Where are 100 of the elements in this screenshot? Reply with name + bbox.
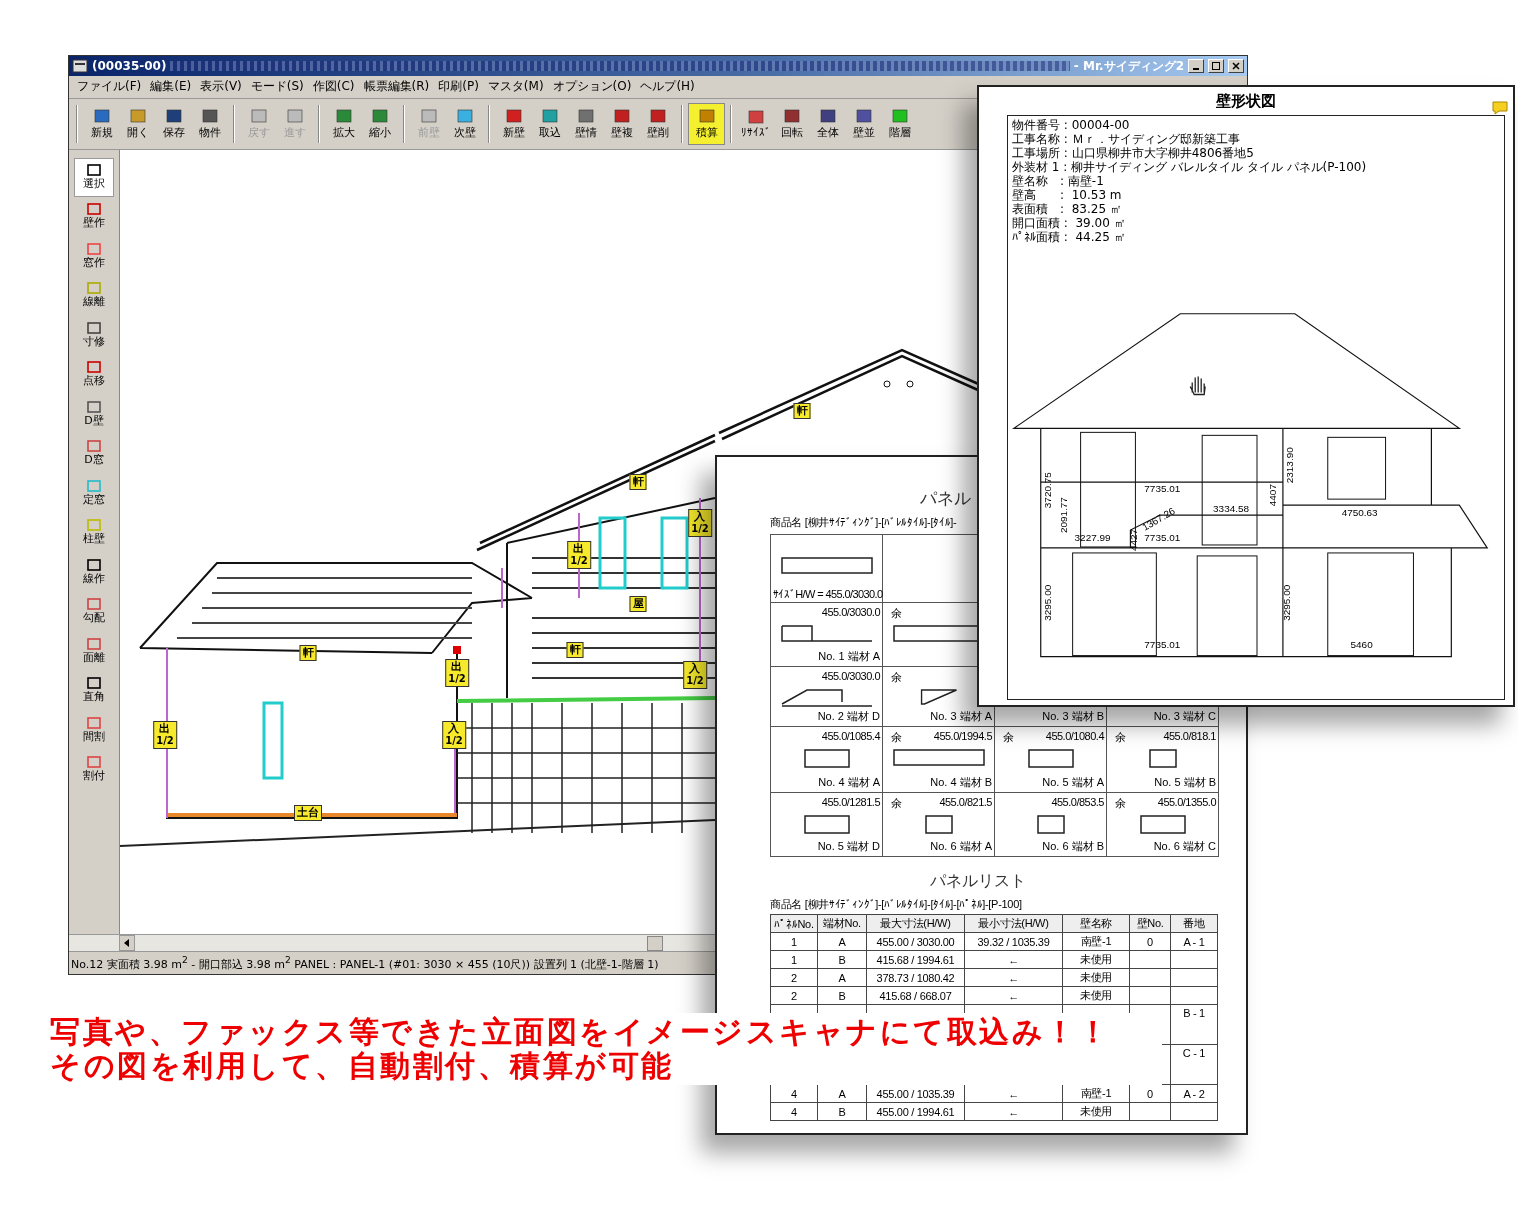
- tool-button[interactable]: 定窓: [74, 474, 114, 513]
- tool-button[interactable]: 点移: [74, 355, 114, 394]
- column-header: 壁名称: [1062, 914, 1130, 933]
- toolbar-button[interactable]: 積算: [689, 104, 724, 144]
- close-button[interactable]: [1228, 59, 1244, 73]
- toolbar-button[interactable]: 拡大: [326, 104, 361, 144]
- panel-outline-drawing: [920, 689, 957, 705]
- table-cell: [1129, 986, 1171, 1005]
- canvas-tag[interactable]: 入 1/2: [688, 509, 712, 537]
- tool-button[interactable]: 窓作: [74, 237, 114, 276]
- panel-cell: 455.0/1281.5 No. 5 端材 D: [771, 793, 883, 857]
- square-icon: [85, 756, 103, 769]
- toolbar-button[interactable]: 開く: [120, 104, 155, 144]
- tool-button[interactable]: 間割: [74, 711, 114, 750]
- table-cell: B: [817, 950, 867, 969]
- toolbar-button[interactable]: 取込: [532, 104, 567, 144]
- toolbar-button[interactable]: 物件: [192, 104, 227, 144]
- square-icon: [85, 242, 103, 255]
- scroll-thumb[interactable]: [647, 936, 663, 951]
- tool-button[interactable]: D壁: [74, 395, 114, 434]
- square-icon: [576, 108, 595, 123]
- square-icon: [85, 440, 103, 453]
- panel-cell: 455.0/853.5 No. 6 端材 B: [995, 793, 1107, 857]
- dimension-label: 4407: [1266, 483, 1278, 506]
- info-line: 壁高 : 10.53 m: [1012, 188, 1122, 202]
- tool-button[interactable]: 寸修: [74, 316, 114, 355]
- canvas-tag[interactable]: 入 1/2: [442, 721, 466, 749]
- panel-outline-drawing: [1027, 749, 1074, 768]
- menu-item[interactable]: 表示(V): [200, 78, 242, 96]
- toolbar-button[interactable]: 縮小: [362, 104, 397, 144]
- tool-button[interactable]: 面離: [74, 632, 114, 671]
- canvas-tag[interactable]: 屋: [629, 596, 647, 612]
- table-cell: 未使用: [1062, 1102, 1130, 1121]
- info-line: 物件番号 : 00004-00: [1012, 118, 1130, 132]
- tool-button[interactable]: 勾配: [74, 592, 114, 631]
- toolbar-button[interactable]: 回転: [774, 104, 809, 144]
- canvas-tag[interactable]: 入 1/2: [683, 661, 707, 689]
- tool-button[interactable]: 選択: [74, 158, 114, 197]
- toolbar-button[interactable]: 壁削: [640, 104, 675, 144]
- menu-item[interactable]: ファイル(F): [77, 78, 142, 96]
- table-cell: [1170, 986, 1218, 1005]
- square-icon: [648, 108, 667, 123]
- tool-button[interactable]: 直角: [74, 671, 114, 710]
- menu-item[interactable]: 帳票編集(R): [363, 78, 430, 96]
- table-cell: A - 2: [1170, 1084, 1218, 1103]
- sheet-title: 壁形状図: [1216, 92, 1276, 111]
- product-name: 商品名 [柳井ｻｲﾃﾞｨﾝｸﾞ]-[ﾊﾞﾚﾙﾀｲﾙ]-[ﾀｲﾙ]-: [770, 515, 957, 530]
- menu-item[interactable]: 作図(C): [312, 78, 355, 96]
- comment-icon[interactable]: [1492, 101, 1508, 115]
- table-cell: [1170, 1102, 1218, 1121]
- toolbar-button[interactable]: 次壁: [447, 104, 482, 144]
- square-icon: [164, 108, 183, 123]
- table-cell: 415.68 / 668.07: [866, 986, 965, 1005]
- menu-item[interactable]: マスタ(M): [487, 78, 544, 96]
- menu-item[interactable]: オプション(O): [552, 78, 632, 96]
- panel-cell: 455.0/1085.4 No. 4 端材 A: [771, 727, 883, 793]
- menu-item[interactable]: 印刷(P): [438, 78, 479, 96]
- panel-cell: 余 455.0/821.5 No. 6 端材 A: [883, 793, 995, 857]
- tool-button[interactable]: 割付: [74, 750, 114, 789]
- tool-button[interactable]: 柱壁: [74, 513, 114, 552]
- minimize-button[interactable]: [1188, 59, 1204, 73]
- canvas-tag[interactable]: 軒: [629, 474, 647, 490]
- toolbar-button[interactable]: 全体: [810, 104, 845, 144]
- tool-button[interactable]: 線作: [74, 553, 114, 592]
- tool-button[interactable]: D窓: [74, 434, 114, 473]
- toolbar-button[interactable]: 新壁: [496, 104, 531, 144]
- menu-item[interactable]: 編集(E): [150, 78, 192, 96]
- square-icon: [85, 321, 103, 334]
- toolbar-button[interactable]: 階層: [882, 104, 917, 144]
- panel-outline-drawing: [1139, 815, 1186, 834]
- canvas-tag[interactable]: 出 1/2: [567, 541, 591, 569]
- maximize-button[interactable]: [1208, 59, 1224, 73]
- info-line: 工事名称 : Ｍｒ．サイディング邸新築工事: [1012, 132, 1240, 146]
- panel-cell: 455.0/3030.0 No. 1 端材 A: [771, 603, 883, 667]
- table-cell: A: [817, 968, 867, 987]
- toolbar-button[interactable]: 保存: [156, 104, 191, 144]
- menu-item[interactable]: ヘルプ(H): [640, 78, 695, 96]
- info-line: 外装材 1 : 柳井サイディング バレルタイル タイル パネル(P-100): [1012, 160, 1367, 174]
- table-cell: [1170, 968, 1218, 987]
- square-icon: [782, 108, 801, 123]
- column-header: 壁No.: [1129, 914, 1171, 933]
- toolbar-button[interactable]: 壁複: [604, 104, 639, 144]
- toolbar-button[interactable]: 壁情: [568, 104, 603, 144]
- tool-button[interactable]: 壁作: [74, 197, 114, 236]
- dimension-label: 3295.00: [1280, 584, 1292, 621]
- square-icon: [818, 108, 837, 123]
- canvas-tag[interactable]: 出 1/2: [445, 659, 469, 687]
- canvas-tag[interactable]: 土台: [294, 805, 322, 821]
- toolbar-button[interactable]: 壁並: [846, 104, 881, 144]
- canvas-tag[interactable]: 出 1/2: [153, 721, 177, 749]
- toolbar-button[interactable]: ﾘｻｲｽﾞ: [738, 104, 773, 144]
- toolbar-button[interactable]: 新規: [84, 104, 119, 144]
- canvas-tag[interactable]: 軒: [299, 645, 317, 661]
- menu-item[interactable]: モード(S): [250, 78, 304, 96]
- canvas-tag[interactable]: 軒: [793, 403, 811, 419]
- table-cell: 未使用: [1062, 986, 1130, 1005]
- canvas-tag[interactable]: 軒: [566, 642, 584, 658]
- tool-button[interactable]: 線離: [74, 276, 114, 315]
- dimension-label: 5460: [1350, 638, 1373, 650]
- info-line: ﾊﾟﾈﾙ面積 : 44.25 ㎡: [1012, 230, 1126, 244]
